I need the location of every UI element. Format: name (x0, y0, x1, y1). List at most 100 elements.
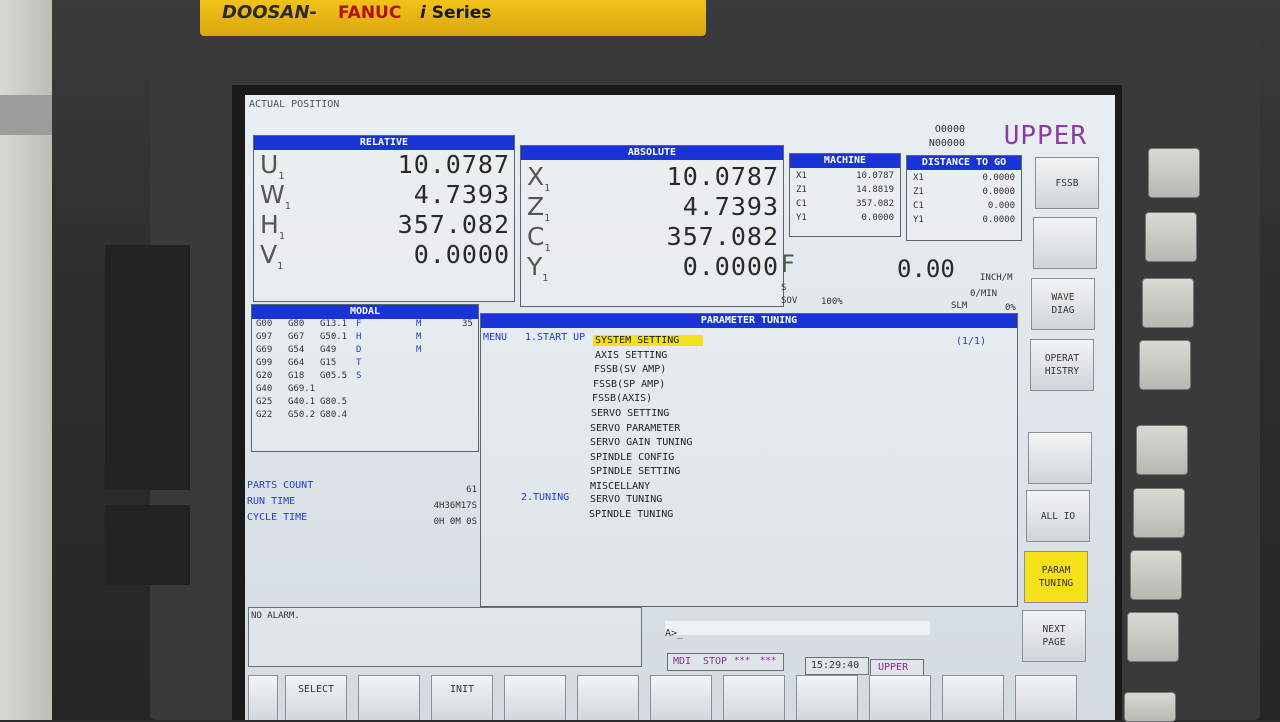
axis-value: 0.000 (987, 201, 1015, 211)
softkey-bottom[interactable] (650, 675, 712, 720)
screen-title: ACTUAL POSITION (249, 99, 340, 110)
hardware-softkey[interactable] (1148, 148, 1200, 198)
key-input-buffer[interactable]: A>_ (665, 621, 930, 639)
absolute-panel: ABSOLUTE X1 10.0787 Z1 4.7393 C1 357.082 Y1 0.0… (520, 145, 784, 307)
modal-code: G50.1 (320, 332, 348, 342)
modal-code: G69.1 (288, 384, 316, 394)
axis-name: Z1 (527, 192, 551, 224)
axis-value: 0.0000 (982, 173, 1015, 183)
softkey-bottom[interactable] (358, 675, 420, 720)
modal-row: G00 G80 G13.1 F M 35 (256, 319, 476, 331)
menu-item[interactable]: FSSB(AXIS) (592, 393, 652, 404)
softkey-bottom[interactable]: SELECT (285, 675, 347, 720)
menu-item[interactable]: SPINDLE SETTING (590, 466, 680, 477)
machine-title: MACHINE (790, 154, 900, 168)
axis-name: X1 (796, 171, 807, 181)
menu-item[interactable]: MISCELLANY (590, 481, 650, 492)
machine-axis-row: Y1 0.0000 (796, 213, 894, 226)
softkey-right[interactable] (1028, 432, 1092, 484)
count-label: PARTS COUNT (247, 480, 314, 491)
menu-item[interactable]: SERVO TUNING (590, 494, 662, 505)
absolute-axis-row: Y1 0.0000 (521, 252, 783, 284)
count-value: 61 (466, 485, 477, 495)
hardware-softkey[interactable] (1124, 692, 1176, 722)
softkey-label: INIT (449, 684, 475, 695)
program-number: O0000 N00000 (929, 123, 965, 151)
hardware-softkey[interactable] (1145, 212, 1197, 262)
softkey-label: OPERAT HISTRY (1044, 353, 1080, 377)
axis-value: 357.082 (397, 210, 510, 239)
softkey-right[interactable] (1033, 217, 1097, 269)
modal-code: M (416, 332, 422, 342)
menu-item[interactable]: FSSB(SP AMP) (593, 379, 665, 390)
brand-fanuc: FANUC (338, 3, 402, 23)
status-path: UPPER (878, 662, 909, 673)
machine-axis-row: C1 357.082 (796, 199, 894, 212)
softkey-bottom[interactable] (869, 675, 931, 720)
modal-row: G69 G54 G49 D M (256, 345, 476, 357)
softkey-right[interactable]: PARAM TUNING (1024, 551, 1088, 603)
menu-item[interactable]: FSSB(SV AMP) (594, 364, 666, 375)
modal-code: G00 (256, 319, 273, 329)
axis-name: H1 (260, 210, 286, 242)
menu-item[interactable]: AXIS SETTING (595, 350, 667, 361)
axis-name: C1 (913, 201, 924, 211)
softkey-right[interactable]: WAVE DIAG (1031, 278, 1095, 330)
menu-label: MENU (483, 332, 508, 343)
axis-value: 0.0000 (982, 215, 1015, 225)
softkey-right[interactable]: FSSB (1035, 157, 1099, 209)
relative-axis-row: H1 357.082 (254, 210, 514, 242)
menu-item[interactable]: SERVO GAIN TUNING (590, 437, 692, 448)
background-wall-shadow (0, 95, 52, 135)
softkey-right[interactable]: NEXT PAGE (1022, 610, 1086, 662)
modal-code: G80.4 (320, 410, 348, 420)
softkey-bottom[interactable] (248, 675, 278, 720)
count-value: 4H36M17S (433, 501, 477, 511)
hardware-softkey[interactable] (1127, 612, 1179, 662)
axis-value: 4.7393 (413, 180, 510, 209)
modal-panel: MODAL G00 G80 G13.1 F M 35 G97 G67 G50.1 H M G69 G54… (251, 304, 479, 452)
modal-code: G80 (288, 319, 305, 329)
absolute-axis-row: X1 10.0787 (521, 162, 783, 194)
hardware-softkey[interactable] (1133, 488, 1185, 538)
hardware-softkey[interactable] (1142, 278, 1194, 328)
modal-row: G22 G50.2 G80.4 (256, 410, 476, 422)
brand-series: i Series (420, 3, 492, 23)
section-tuning: 2.TUNING (521, 492, 570, 503)
menu-item[interactable]: SPINDLE CONFIG (590, 452, 674, 463)
softkey-bottom[interactable]: INIT (431, 675, 493, 720)
sov-label: SOV (781, 296, 798, 306)
softkey-bottom[interactable] (796, 675, 858, 720)
status-stars-2: *** (760, 656, 777, 666)
status-state: STOP (703, 656, 728, 667)
menu-item[interactable]: SERVO SETTING (591, 408, 669, 419)
axis-name: C1 (796, 199, 807, 209)
menu-item[interactable]: SYSTEM SETTING (593, 335, 703, 346)
menu-item[interactable]: SPINDLE TUNING (589, 509, 673, 520)
menu-item[interactable]: SERVO PARAMETER (590, 423, 680, 434)
softkey-right[interactable]: ALL IO (1026, 490, 1090, 542)
softkey-bottom[interactable] (723, 675, 785, 720)
hardware-softkey[interactable] (1139, 340, 1191, 390)
axis-value: 0.0000 (413, 240, 510, 269)
axis-value: 0.0000 (861, 213, 894, 223)
absolute-title: ABSOLUTE (521, 146, 783, 160)
relative-axis-row: V1 0.0000 (254, 240, 514, 272)
modal-code: G15 (320, 358, 337, 368)
modal-row: G99 G64 G15 T (256, 358, 476, 370)
feed-label: F (781, 250, 795, 278)
softkey-bottom[interactable] (504, 675, 566, 720)
axis-value: 357.082 (856, 199, 894, 209)
softkey-bottom[interactable] (1015, 675, 1077, 720)
count-value: 0H 0M 0S (433, 517, 477, 527)
softkey-right[interactable]: OPERAT HISTRY (1030, 339, 1094, 391)
hardware-softkey[interactable] (1136, 425, 1188, 475)
axis-value: 10.0787 (397, 150, 510, 179)
softkey-bottom[interactable] (942, 675, 1004, 720)
axis-name: Y1 (527, 252, 549, 284)
softkey-label: NEXT PAGE (1042, 624, 1066, 648)
softkey-bottom[interactable] (577, 675, 639, 720)
modal-code: H (356, 332, 362, 342)
status-stars-1: *** (734, 656, 751, 666)
hardware-softkey[interactable] (1130, 550, 1182, 600)
